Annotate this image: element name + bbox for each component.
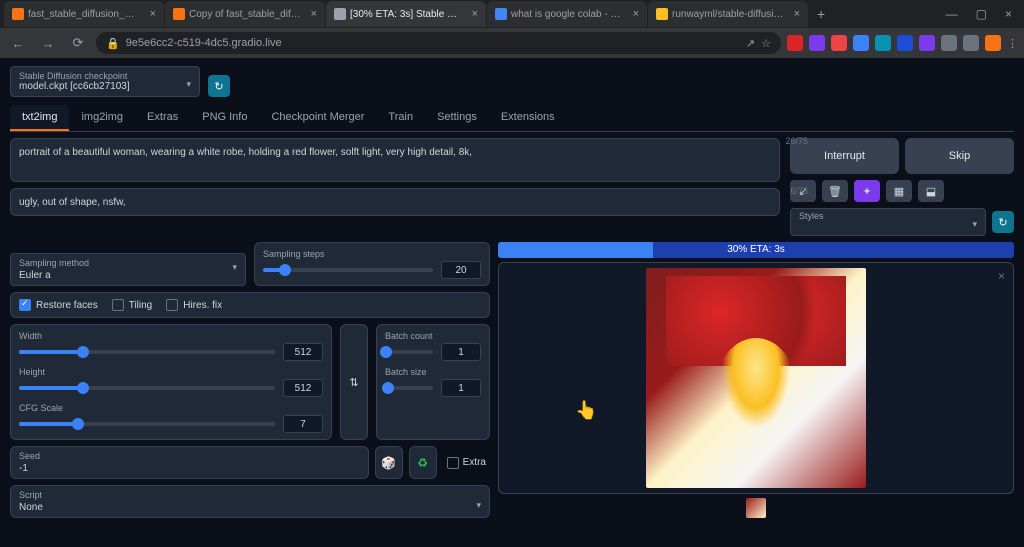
- browser-tab-1[interactable]: Copy of fast_stable_diffusion×: [165, 1, 325, 27]
- menu-icon[interactable]: ⋮: [1007, 37, 1018, 50]
- url-text: 9e5e6cc2-c519-4dc5.gradio.live: [126, 37, 282, 49]
- tab-settings[interactable]: Settings: [425, 105, 489, 131]
- reuse-seed-button[interactable]: ♻: [409, 446, 437, 479]
- browser-tabs: fast_stable_diffusion_AUTOMA× Copy of fa…: [0, 0, 1024, 28]
- skip-button[interactable]: Skip: [905, 138, 1014, 174]
- ext-icon[interactable]: [787, 35, 803, 51]
- save-style-button[interactable]: ⬓: [918, 180, 944, 202]
- clipboard-button[interactable]: ▦: [886, 180, 912, 202]
- chevron-down-icon: ▾: [186, 79, 191, 90]
- batch-size-value[interactable]: 1: [441, 379, 481, 397]
- seed-extras-checkbox[interactable]: Extra: [443, 446, 490, 479]
- star-icon[interactable]: ☆: [761, 37, 771, 50]
- close-icon[interactable]: ×: [311, 8, 317, 20]
- cfg-value[interactable]: 7: [283, 415, 323, 433]
- sampling-method-select[interactable]: Sampling method Euler a ▾: [10, 253, 246, 286]
- new-tab-button[interactable]: +: [809, 6, 833, 22]
- minimize-icon[interactable]: —: [946, 7, 958, 21]
- browser-extensions: ⋮: [787, 35, 1018, 51]
- browser-tab-2[interactable]: [30% ETA: 3s] Stable Diffusion×: [326, 1, 486, 27]
- prompt-input[interactable]: portrait of a beautiful woman, wearing a…: [10, 138, 780, 182]
- close-icon[interactable]: ×: [794, 8, 800, 20]
- trash-button[interactable]: 🗑: [822, 180, 848, 202]
- share-icon[interactable]: ↗: [746, 37, 755, 50]
- tab-pnginfo[interactable]: PNG Info: [190, 105, 259, 131]
- tab-train[interactable]: Train: [376, 105, 425, 131]
- width-slider[interactable]: [19, 350, 275, 354]
- tab-extras[interactable]: Extras: [135, 105, 190, 131]
- close-icon[interactable]: ×: [472, 8, 478, 20]
- close-icon[interactable]: ×: [633, 8, 639, 20]
- batch-count-slider[interactable]: [385, 350, 433, 354]
- height-slider[interactable]: [19, 386, 275, 390]
- chevron-down-icon: ▾: [972, 219, 977, 230]
- hires-fix-checkbox[interactable]: Hires. fix: [166, 299, 222, 311]
- close-window-icon[interactable]: ×: [1005, 7, 1012, 21]
- tab-checkpoint-merger[interactable]: Checkpoint Merger: [259, 105, 376, 131]
- height-value[interactable]: 512: [283, 379, 323, 397]
- ext-icon[interactable]: [985, 35, 1001, 51]
- batch-size-slider[interactable]: [385, 386, 433, 390]
- apply-style-button[interactable]: ↻: [992, 211, 1014, 233]
- width-value[interactable]: 512: [283, 343, 323, 361]
- neg-prompt-token-counter: 6/75: [790, 186, 808, 196]
- main-tabs: txt2img img2img Extras PNG Info Checkpoi…: [10, 105, 1014, 132]
- chevron-down-icon: ▾: [476, 500, 481, 511]
- ext-icon[interactable]: [919, 35, 935, 51]
- ext-icon[interactable]: [963, 35, 979, 51]
- ext-icon[interactable]: [809, 35, 825, 51]
- extra-networks-button[interactable]: ✦: [854, 180, 880, 202]
- swap-dimensions-button[interactable]: ⇅: [340, 324, 368, 440]
- tab-txt2img[interactable]: txt2img: [10, 105, 69, 131]
- reload-icon[interactable]: ⟳: [66, 35, 90, 51]
- output-thumbnail[interactable]: [746, 498, 766, 518]
- refresh-checkpoint-button[interactable]: ↻: [208, 75, 230, 97]
- tab-extensions[interactable]: Extensions: [489, 105, 567, 131]
- tiling-checkbox[interactable]: Tiling: [112, 299, 153, 311]
- generated-image[interactable]: [646, 268, 866, 488]
- ext-icon[interactable]: [853, 35, 869, 51]
- browser-tab-3[interactable]: what is google colab - Google×: [487, 1, 647, 27]
- chevron-down-icon: ▾: [232, 262, 237, 273]
- sampling-steps-slider[interactable]: [263, 268, 433, 272]
- random-seed-button[interactable]: 🎲: [375, 446, 403, 479]
- ext-icon[interactable]: [897, 35, 913, 51]
- close-icon[interactable]: ×: [150, 8, 156, 20]
- output-image-panel: ×: [498, 262, 1014, 494]
- ext-icon[interactable]: [831, 35, 847, 51]
- forward-icon[interactable]: →: [36, 36, 60, 51]
- ext-icon[interactable]: [941, 35, 957, 51]
- close-preview-icon[interactable]: ×: [998, 269, 1005, 283]
- cfg-slider[interactable]: [19, 422, 275, 426]
- negative-prompt-input[interactable]: ugly, out of shape, nsfw,: [10, 188, 780, 216]
- script-select[interactable]: Script None ▾: [10, 485, 490, 518]
- browser-tab-0[interactable]: fast_stable_diffusion_AUTOMA×: [4, 1, 164, 27]
- prompt-token-counter: 26/75: [785, 136, 808, 146]
- batch-count-value[interactable]: 1: [441, 343, 481, 361]
- seed-input[interactable]: Seed -1: [10, 446, 369, 479]
- sampling-steps-value[interactable]: 20: [441, 261, 481, 279]
- browser-tab-4[interactable]: runwayml/stable-diffusion-v1×: [648, 1, 808, 27]
- maximize-icon[interactable]: ▢: [976, 7, 987, 21]
- lock-icon: 🔒: [106, 37, 120, 50]
- back-icon[interactable]: ←: [6, 36, 30, 51]
- restore-faces-checkbox[interactable]: Restore faces: [19, 299, 98, 311]
- address-bar[interactable]: 🔒 9e5e6cc2-c519-4dc5.gradio.live ↗ ☆: [96, 32, 781, 54]
- checkpoint-select[interactable]: Stable Diffusion checkpoint model.ckpt […: [10, 66, 200, 97]
- progress-bar: 30% ETA: 3s: [498, 242, 1014, 258]
- ext-icon[interactable]: [875, 35, 891, 51]
- styles-select[interactable]: Styles ▾: [790, 208, 986, 236]
- tab-img2img[interactable]: img2img: [69, 105, 135, 131]
